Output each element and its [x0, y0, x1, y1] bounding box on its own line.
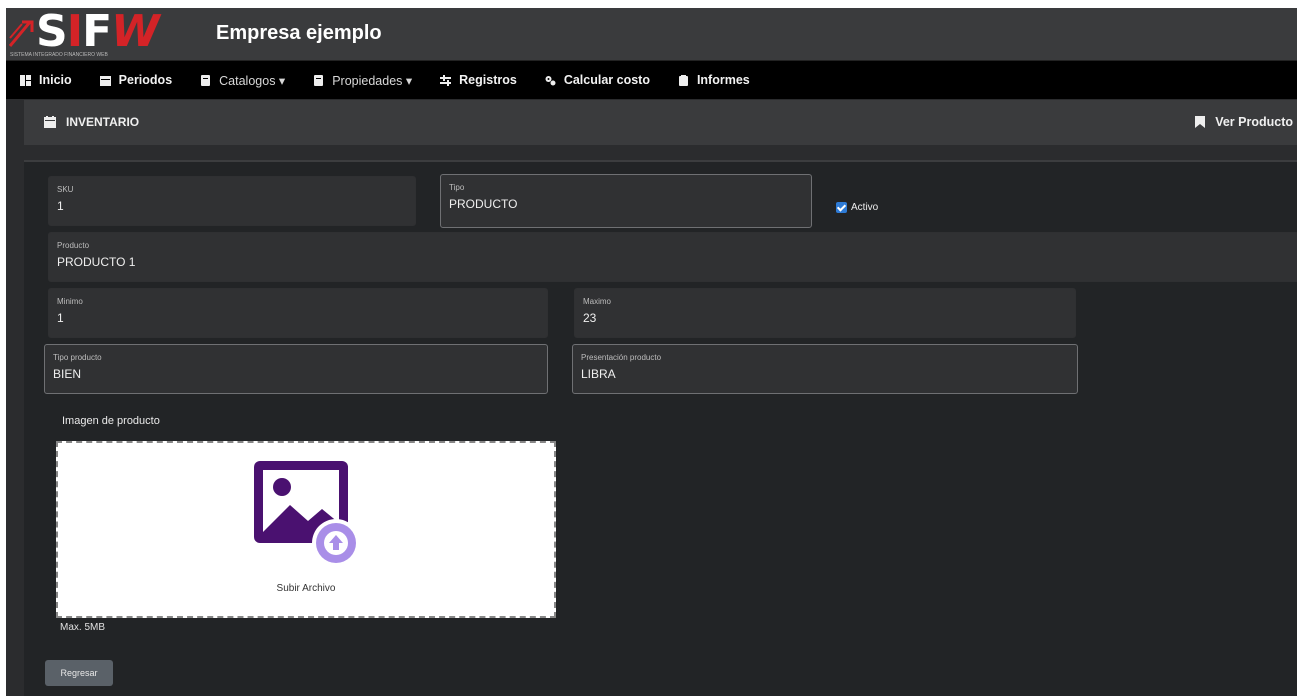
app-window: SIFW SISTEMA INTEGRADO FINANCIERO WEB Em… [6, 8, 1297, 696]
minimo-field[interactable]: Minimo 1 [48, 288, 548, 338]
logo-wordmark: SIFW [36, 8, 160, 57]
tipo-producto-value: BIEN [53, 367, 82, 381]
section-title-label: INVENTARIO [66, 115, 140, 129]
minimo-value: 1 [57, 311, 64, 325]
activo-checkbox[interactable]: Activo [836, 202, 878, 213]
dashboard-icon [20, 74, 31, 86]
activo-label: Activo [851, 202, 879, 213]
gears-icon [545, 75, 556, 85]
upload-button-label: Subir Archivo [276, 583, 336, 594]
presentacion-select[interactable]: Presentación producto LIBRA [572, 344, 1078, 394]
max-size-hint: Max. 5MB [60, 622, 106, 633]
producto-value: PRODUCTO 1 [57, 255, 136, 269]
nav-label: Informes [696, 73, 750, 87]
sku-value: 1 [57, 199, 64, 213]
presentacion-label: Presentación producto [581, 353, 662, 362]
nav-label: Propiedades ▾ [332, 73, 413, 88]
ver-producto-button[interactable]: Ver Producto [1195, 115, 1293, 129]
producto-label: Producto [57, 241, 90, 250]
sliders-icon [440, 74, 452, 86]
nav-item-inicio[interactable]: Inicio [20, 73, 72, 87]
section-header: INVENTARIO Ver Producto [24, 100, 1297, 145]
back-button[interactable]: Regresar [45, 660, 113, 686]
logo: SIFW SISTEMA INTEGRADO FINANCIERO WEB [6, 8, 182, 58]
logo-tagline: SISTEMA INTEGRADO FINANCIERO WEB [10, 52, 108, 58]
top-bar: SIFW SISTEMA INTEGRADO FINANCIERO WEB Em… [6, 8, 1297, 61]
image-label: Imagen de producto [62, 415, 160, 427]
inventory-form: SKU 1 Tipo PRODUCTO Activo Producto PROD… [24, 160, 1297, 696]
book-icon [201, 74, 211, 86]
image-upload-icon [254, 461, 360, 567]
nav-item-periodos[interactable]: Periodos [99, 73, 173, 87]
nav-item-registros[interactable]: Registros [440, 73, 517, 87]
maximo-label: Maximo [583, 297, 612, 306]
calendar-icon [99, 75, 111, 86]
presentacion-value: LIBRA [581, 367, 616, 381]
nav-label: Inicio [39, 73, 72, 87]
sku-field[interactable]: SKU 1 [48, 176, 416, 226]
clipboard-icon [678, 74, 688, 86]
nav-label: Calcular costo [563, 73, 650, 87]
tipo-select[interactable]: Tipo PRODUCTO [440, 174, 812, 228]
producto-field[interactable]: Producto PRODUCTO 1 [48, 232, 1297, 282]
nav-item-catalogos[interactable]: Catalogos ▾ [200, 73, 285, 88]
tipo-producto-label: Tipo producto [53, 353, 102, 362]
maximo-field[interactable]: Maximo 23 [574, 288, 1076, 338]
tipo-value: PRODUCTO [449, 197, 518, 211]
logo-arrow-icon [8, 20, 34, 47]
section-title: INVENTARIO [44, 115, 139, 129]
tipo-label: Tipo [449, 183, 465, 192]
checkbox-checked-icon [836, 202, 847, 213]
nav-item-propiedades[interactable]: Propiedades ▾ [313, 73, 412, 88]
sku-label: SKU [57, 185, 74, 194]
calendar-icon [44, 116, 56, 128]
minimo-label: Minimo [57, 297, 83, 306]
ver-producto-label: Ver Producto [1215, 115, 1293, 129]
company-name: Empresa ejemplo [216, 22, 382, 44]
nav-label: Registros [459, 73, 517, 87]
maximo-value: 23 [583, 311, 597, 325]
book-icon [314, 74, 324, 86]
nav-label: Catalogos ▾ [219, 73, 286, 88]
nav-item-informes[interactable]: Informes [678, 73, 750, 87]
image-dropzone[interactable]: Subir Archivo [56, 441, 556, 618]
main-nav: Inicio Periodos Catalogos ▾ Propiedades … [6, 61, 1297, 99]
bookmark-icon [1195, 116, 1206, 128]
tipo-producto-select[interactable]: Tipo producto BIEN [44, 344, 548, 394]
nav-item-calcular-costo[interactable]: Calcular costo [545, 73, 650, 87]
nav-label: Periodos [118, 73, 173, 87]
